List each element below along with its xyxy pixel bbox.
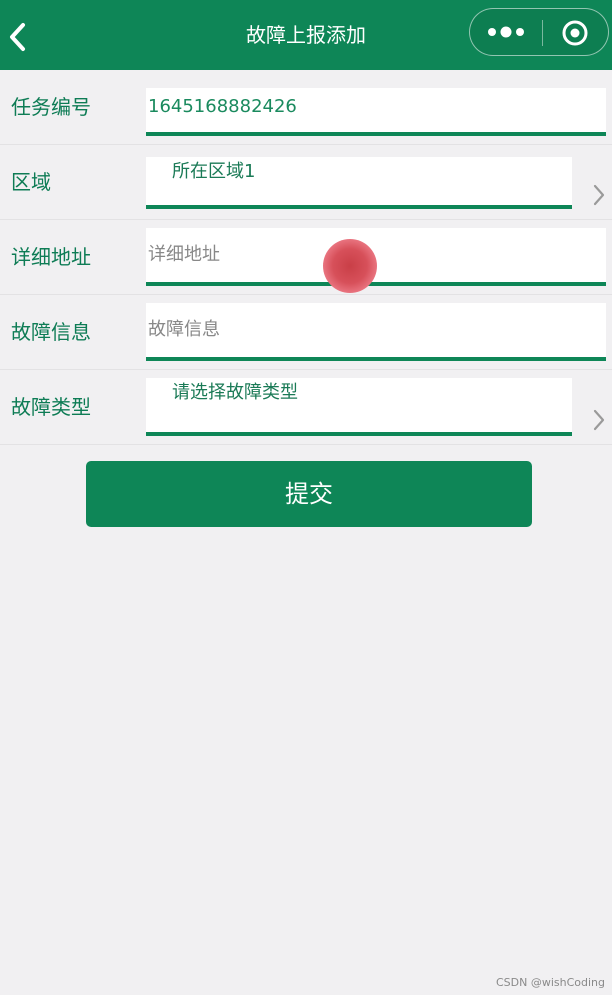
circle-target-icon: [562, 20, 588, 46]
task-number-label: 任务编号: [11, 95, 91, 119]
fault-type-picker[interactable]: 请选择故障类型: [146, 378, 572, 436]
form-row-region: 区域 所在区域1: [0, 145, 612, 220]
region-label: 区域: [11, 170, 51, 194]
form-row-task-number: 任务编号 1645168882426: [0, 70, 612, 145]
touch-indicator: [323, 239, 377, 293]
region-chevron[interactable]: [590, 181, 608, 209]
form-row-fault-type: 故障类型 请选择故障类型: [0, 370, 612, 445]
close-button[interactable]: [560, 19, 590, 47]
mini-program-capsule: [469, 8, 609, 56]
more-dots-icon: [488, 26, 524, 38]
form-row-fault-info: 故障信息 故障信息: [0, 295, 612, 370]
fault-type-label: 故障类型: [11, 395, 91, 419]
nav-bar: 故障上报添加: [0, 0, 612, 70]
address-input[interactable]: 详细地址: [146, 228, 606, 286]
chevron-right-icon: [593, 409, 605, 431]
fault-info-label: 故障信息: [11, 320, 91, 344]
fault-info-input[interactable]: 故障信息: [146, 303, 606, 361]
capsule-divider: [542, 20, 543, 46]
watermark: CSDN @wishCoding: [495, 976, 605, 989]
address-label: 详细地址: [11, 245, 91, 269]
fault-type-chevron[interactable]: [590, 406, 608, 434]
chevron-right-icon: [593, 184, 605, 206]
form-row-address: 详细地址 详细地址: [0, 220, 612, 295]
task-number-field[interactable]: 1645168882426: [146, 88, 606, 136]
region-picker[interactable]: 所在区域1: [146, 157, 572, 209]
submit-button[interactable]: 提交: [86, 461, 532, 527]
more-button[interactable]: [484, 19, 530, 45]
